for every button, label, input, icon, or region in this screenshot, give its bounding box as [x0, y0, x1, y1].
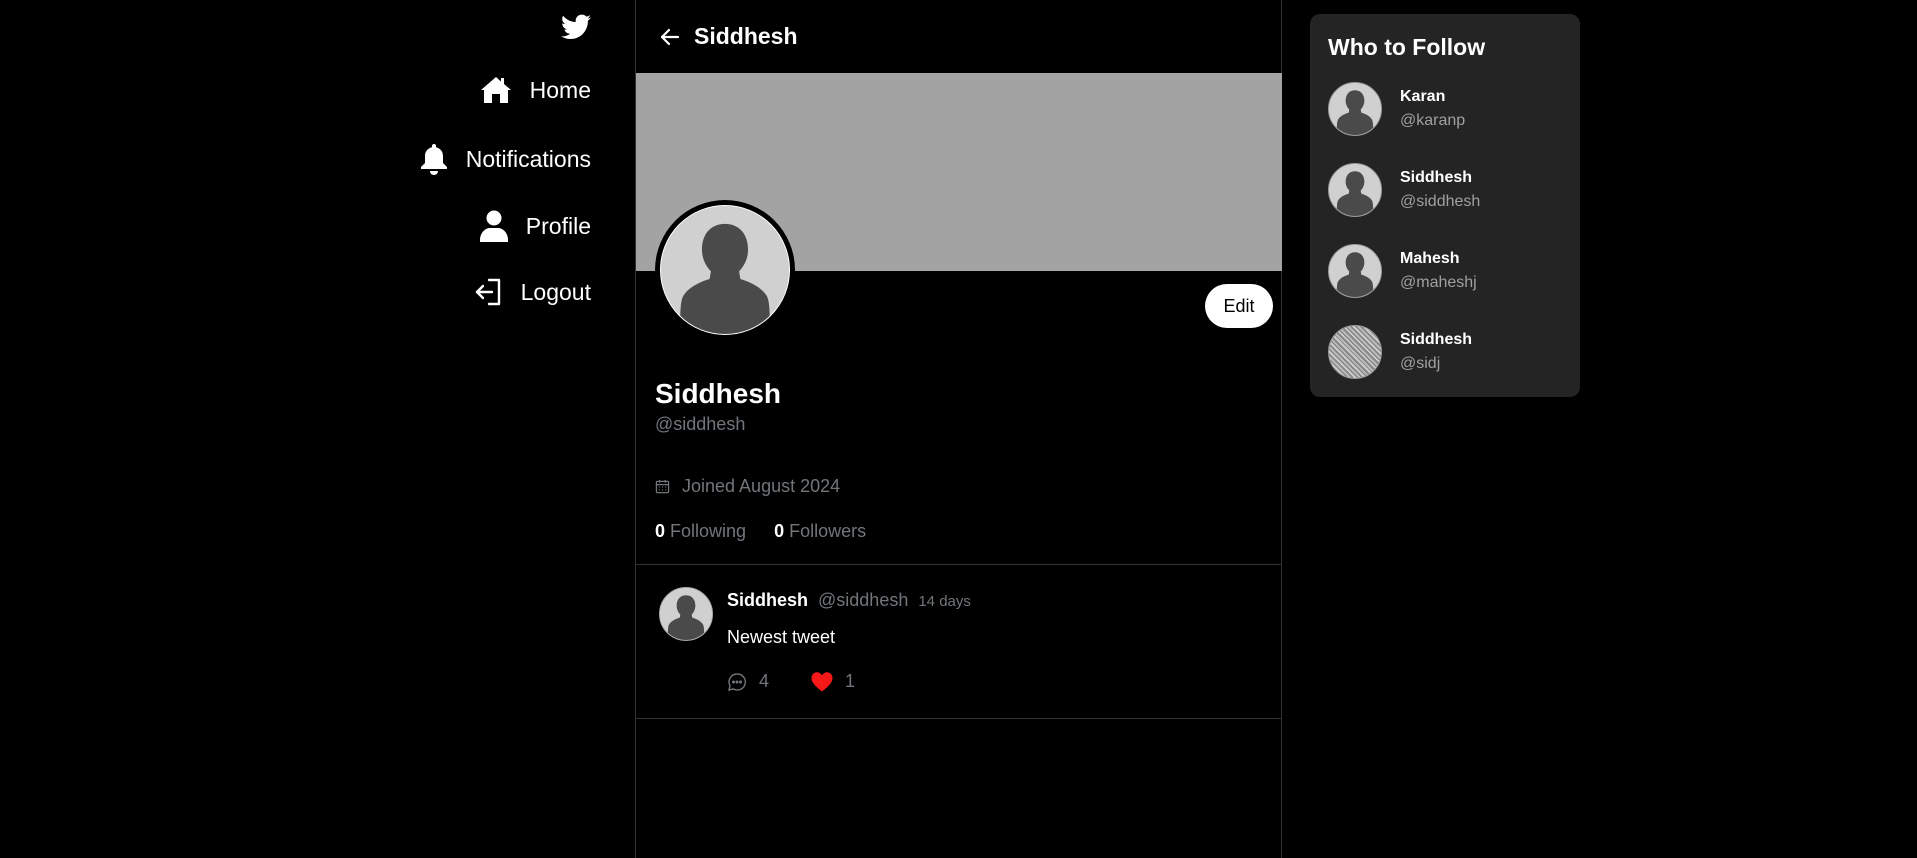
home-icon — [480, 77, 511, 103]
follow-suggestion[interactable]: Mahesh @maheshj — [1328, 243, 1568, 299]
tweet-text: Newest tweet — [727, 627, 836, 647]
user-icon — [479, 210, 508, 242]
suggestion-handle: @siddhesh — [1400, 193, 1481, 210]
tweet-actions: 4 1 — [727, 671, 855, 692]
bell-icon — [420, 144, 447, 175]
tweet-avatar[interactable] — [659, 587, 713, 641]
nav-profile-label: Profile — [525, 212, 591, 239]
comment-button[interactable]: 4 — [727, 671, 769, 692]
nav-logout[interactable]: Logout — [475, 278, 591, 306]
who-to-follow-title: Who to Follow — [1328, 34, 1486, 60]
like-button[interactable]: 1 — [811, 671, 855, 692]
suggestion-name: Siddhesh — [1400, 169, 1473, 186]
nav-home-label: Home — [529, 76, 591, 103]
default-avatar-icon — [661, 206, 789, 334]
default-avatar-icon — [1329, 83, 1381, 135]
profile-name: Siddhesh — [655, 378, 782, 409]
main-column: Siddhesh Edit Siddhesh @siddhesh Joined … — [635, 0, 1282, 858]
follow-suggestion[interactable]: Siddhesh @sidj — [1328, 324, 1568, 380]
comment-icon — [728, 672, 746, 691]
joined-date: Joined August 2024 — [655, 476, 840, 497]
follow-suggestion[interactable]: Siddhesh @siddhesh — [1328, 162, 1568, 218]
heart-icon — [811, 671, 833, 691]
profile-avatar[interactable] — [655, 200, 795, 340]
edit-profile-button[interactable]: Edit — [1205, 284, 1273, 328]
suggestion-name: Mahesh — [1400, 250, 1460, 267]
like-count: 1 — [845, 671, 856, 691]
left-nav: Home Notifications Profile Logout — [0, 0, 635, 858]
follow-stats: 0 Following 0 Followers — [655, 521, 866, 542]
followers-stat[interactable]: 0 Followers — [774, 521, 866, 542]
tweet-item[interactable]: Siddhesh @siddhesh 14 days Newest tweet … — [636, 565, 1282, 718]
suggestion-name: Karan — [1400, 88, 1446, 105]
profile-header: Siddhesh — [636, 0, 1281, 73]
suggestion-avatar-photo — [1328, 325, 1382, 379]
suggestion-handle: @karanp — [1400, 112, 1466, 129]
suggestion-handle: @maheshj — [1400, 274, 1477, 291]
tweet-author-name[interactable]: Siddhesh — [727, 590, 808, 611]
divider — [636, 718, 1282, 719]
follow-suggestion[interactable]: Karan @karanp — [1328, 81, 1568, 137]
nav-logout-label: Logout — [520, 278, 591, 305]
followers-label: Followers — [789, 521, 867, 541]
nav-profile[interactable]: Profile — [479, 210, 591, 242]
twitter-bird-icon[interactable] — [561, 14, 591, 40]
following-count: 0 — [655, 521, 666, 541]
following-label: Following — [670, 521, 747, 541]
following-stat[interactable]: 0 Following — [655, 521, 746, 542]
suggestion-avatar — [1328, 82, 1382, 136]
suggestion-name: Siddhesh — [1400, 331, 1473, 348]
default-avatar-icon — [1329, 164, 1381, 216]
tweet-header: Siddhesh @siddhesh 14 days — [727, 590, 971, 611]
nav-notifications-label: Notifications — [465, 145, 591, 172]
tweet-time: 14 days — [918, 593, 971, 610]
page-title: Siddhesh — [694, 23, 798, 49]
nav-notifications[interactable]: Notifications — [420, 143, 591, 175]
default-avatar-icon — [660, 588, 712, 640]
suggestion-avatar — [1328, 163, 1382, 217]
joined-text: Joined August 2024 — [682, 476, 841, 496]
suggestion-handle: @sidj — [1400, 355, 1441, 372]
suggestion-avatar — [1328, 244, 1382, 298]
tweet-author-handle: @siddhesh — [818, 590, 909, 610]
followers-count: 0 — [774, 521, 785, 541]
default-avatar-icon — [1329, 245, 1381, 297]
comment-count: 4 — [759, 671, 770, 691]
calendar-icon — [655, 479, 670, 494]
arrow-left-icon[interactable] — [660, 27, 680, 47]
logout-icon — [475, 278, 500, 306]
profile-handle: @siddhesh — [655, 414, 746, 434]
who-to-follow-card: Who to Follow Karan @karanp Siddhesh @si… — [1310, 14, 1580, 397]
nav-home[interactable]: Home — [480, 76, 591, 104]
